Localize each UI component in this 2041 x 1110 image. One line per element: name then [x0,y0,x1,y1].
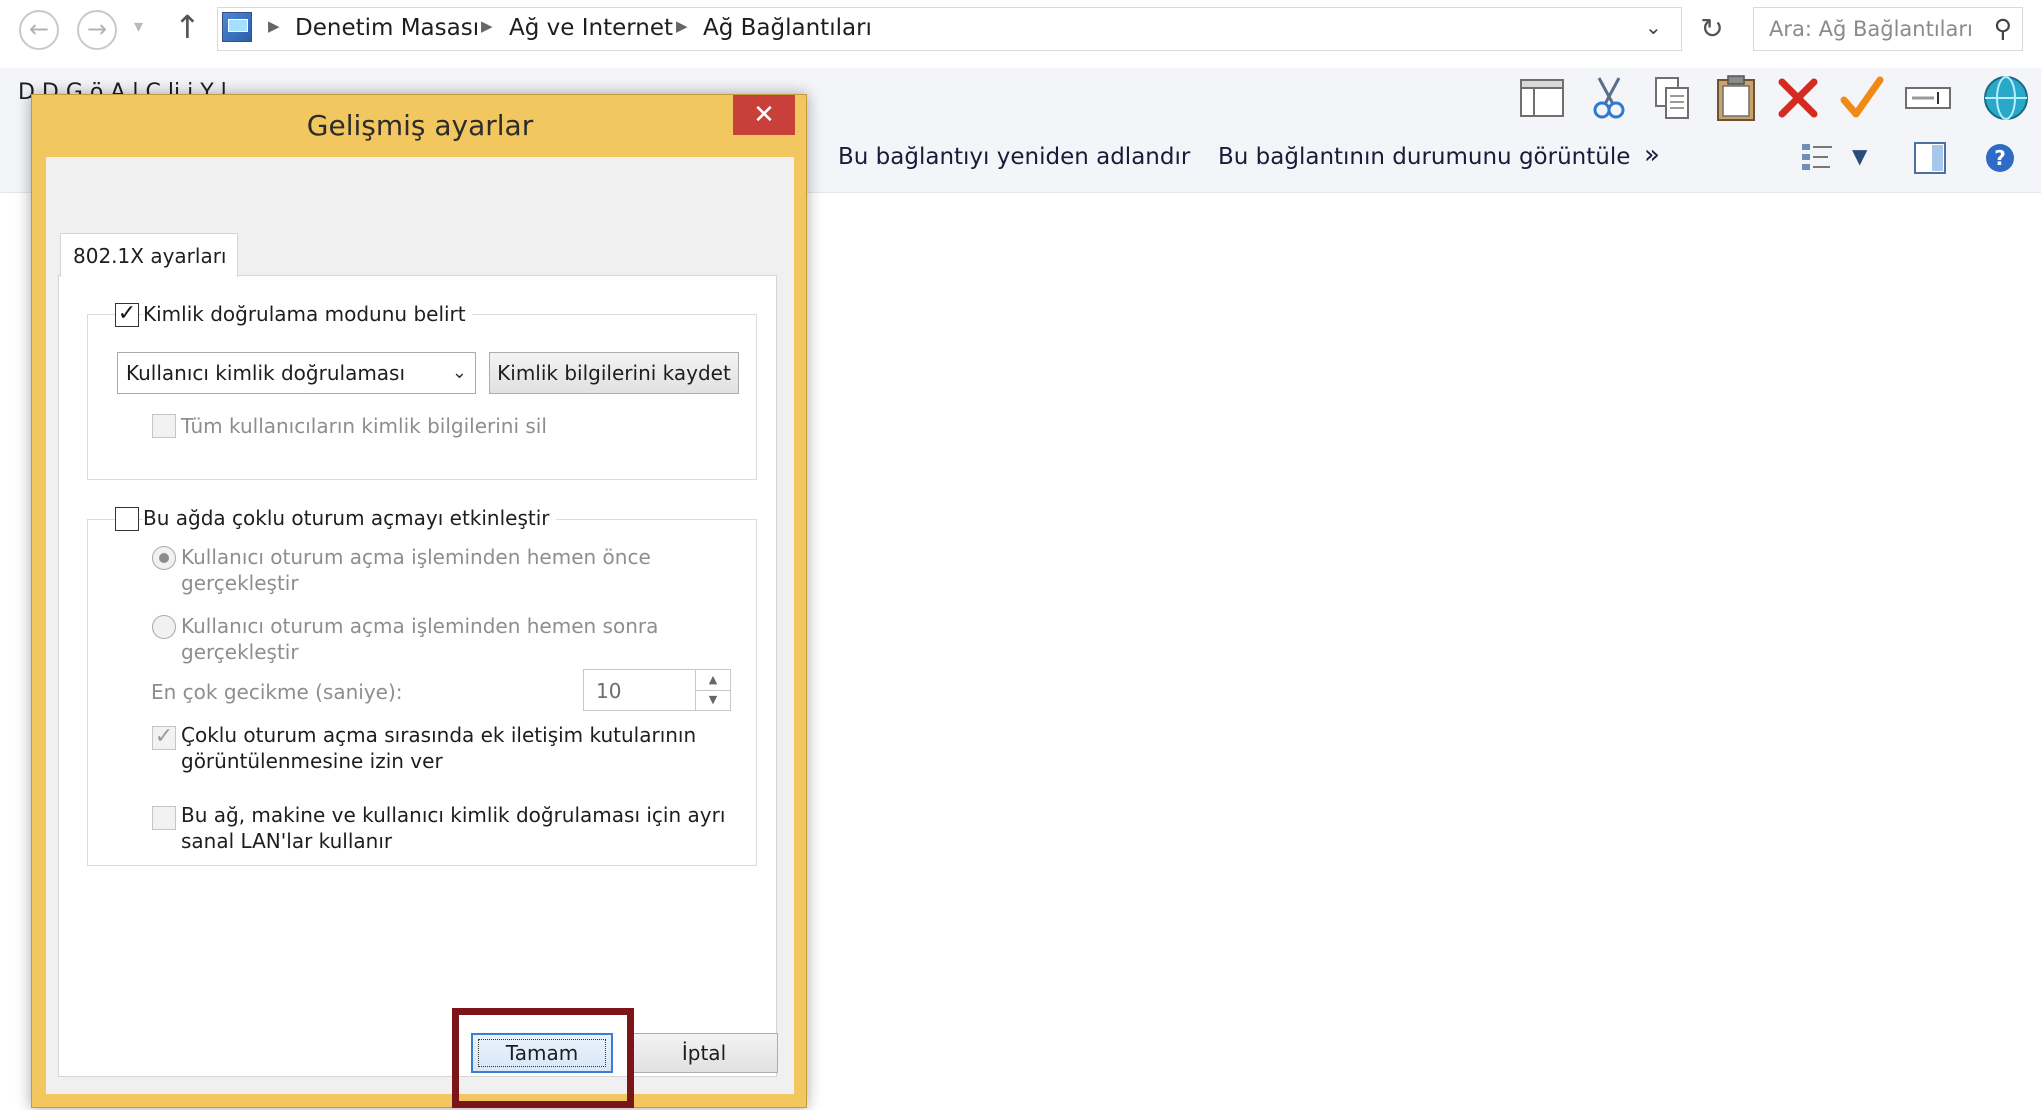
auth-mode-selected-value: Kullanıcı kimlik doğrulaması [126,361,406,385]
layout-icon[interactable] [1518,74,1566,122]
cancel-button[interactable]: İptal [630,1033,778,1073]
enable-sso-checkbox[interactable] [115,507,139,531]
more-commands-chevron-icon[interactable]: » [1644,140,1660,170]
stepper-buttons: ▲ ▼ [695,670,730,710]
breadcrumb-control-panel[interactable]: Denetim Masası [295,15,479,41]
refresh-icon[interactable]: ↻ [1690,7,1734,51]
change-view-icon[interactable] [1800,140,1836,176]
chevron-down-icon: ⌄ [451,362,467,383]
delete-all-credentials-checkbox[interactable] [152,414,176,438]
auth-mode-select[interactable]: Kullanıcı kimlik doğrulaması ⌄ [117,352,476,394]
stepper-down-icon[interactable]: ▼ [696,690,730,710]
properties-icon[interactable] [1838,74,1886,122]
separate-vlans-checkbox[interactable] [152,806,176,830]
auth-mode-group [87,314,757,480]
tab-8021x-settings[interactable]: 802.1X ayarları [60,233,238,277]
address-dropdown-chevron-down-icon[interactable]: ⌄ [1645,15,1662,39]
delete-icon[interactable] [1774,74,1822,122]
view-status-command[interactable]: Bu bağlantının durumunu görüntüle [1218,144,1630,170]
specify-auth-mode-label: Kimlik doğrulama modunu belirt [143,302,472,326]
sso-after-logon-radio[interactable] [152,615,176,639]
globe-icon[interactable] [1982,74,2030,122]
enable-sso-label: Bu ağda çoklu oturum açmayı etkinleştir [143,506,556,530]
preview-pane-icon[interactable] [1912,140,1948,176]
max-delay-label: En çok gecikme (saniye): [151,680,403,704]
address-bar: ← → ▾ ↑ ▶ Denetim Masası ▶ Ağ ve Interne… [0,0,2041,62]
max-delay-value: 10 [596,679,622,703]
paste-icon[interactable] [1712,74,1760,122]
svg-text:?: ? [1994,146,2006,170]
close-button[interactable]: ✕ [733,95,795,135]
rename-icon[interactable] [1904,74,1952,122]
delete-all-credentials-label: Tüm kullanıcıların kimlik bilgilerini si… [181,414,547,438]
sso-after-logon-label: Kullanıcı oturum açma işleminden hemen s… [181,614,659,664]
forward-icon[interactable]: → [77,10,117,50]
stepper-up-icon[interactable]: ▲ [696,670,730,691]
view-options-dropdown-icon[interactable]: ▼ [1852,144,1867,168]
breadcrumb-separator-icon: ▶ [268,17,280,35]
allow-additional-dialogs-label: Çoklu oturum açma sırasında ek iletişim … [181,723,697,773]
tab-page: ✓ Kimlik doğrulama modunu belirt Kullanı… [58,275,777,1077]
separate-vlans-label: Bu ağ, makine ve kullanıcı kimlik doğrul… [181,803,726,853]
control-panel-icon [222,12,252,42]
up-arrow-icon[interactable]: ↑ [174,8,201,46]
specify-auth-mode-checkbox[interactable]: ✓ [115,303,139,327]
sso-before-logon-radio[interactable] [152,546,176,570]
breadcrumb-network-internet[interactable]: Ağ ve Internet [509,15,673,41]
recent-locations-chevron-down-icon[interactable]: ▾ [134,16,143,37]
help-icon[interactable]: ? [1984,142,2016,174]
dialog-body: 802.1X ayarları ✓ Kimlik doğrulama modun… [46,157,794,1094]
advanced-settings-dialog: Gelişmiş ayarlar ✕ 802.1X ayarları ✓ Kim… [31,94,807,1108]
back-icon[interactable]: ← [19,10,59,50]
max-delay-stepper[interactable]: 10 ▲ ▼ [583,669,731,711]
highlight-box [452,1008,634,1108]
allow-additional-dialogs-checkbox[interactable]: ✓ [152,726,176,750]
cut-icon[interactable] [1585,74,1633,122]
breadcrumb-separator-icon: ▶ [481,17,493,35]
breadcrumb-separator-icon: ▶ [676,17,688,35]
sso-before-logon-label: Kullanıcı oturum açma işleminden hemen ö… [181,545,651,595]
search-placeholder: Ara: Ağ Bağlantıları [1769,17,1973,41]
breadcrumb-network-connections[interactable]: Ağ Bağlantıları [703,15,872,41]
rename-connection-command[interactable]: Bu bağlantıyı yeniden adlandır [838,144,1190,170]
search-input[interactable]: Ara: Ağ Bağlantıları ⚲ [1753,7,2023,51]
copy-icon[interactable] [1648,74,1696,122]
dialog-title: Gelişmiş ayarlar [306,109,534,142]
save-credentials-button[interactable]: Kimlik bilgilerini kaydet [489,352,739,394]
search-icon[interactable]: ⚲ [1994,14,2012,43]
